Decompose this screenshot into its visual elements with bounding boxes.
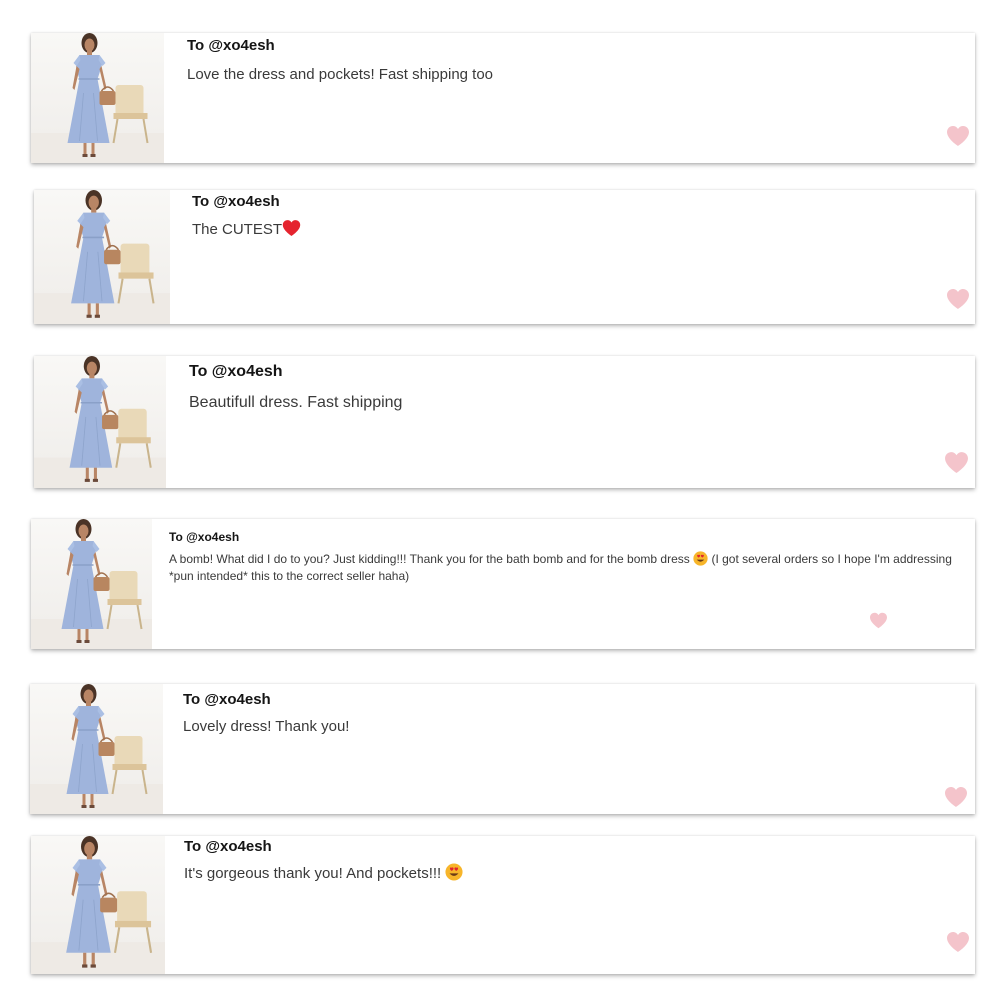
- review-recipient[interactable]: To @xo4esh: [189, 363, 283, 381]
- review-recipient[interactable]: To @xo4esh: [192, 193, 280, 210]
- review-recipient[interactable]: To @xo4esh: [169, 530, 239, 544]
- review-card: To @xo4esh Love the dress and pockets! F…: [31, 33, 975, 163]
- heart-icon[interactable]: [946, 931, 970, 953]
- review-card: To @xo4esh A bomb! What did I do to you?…: [31, 519, 975, 649]
- review-message: A bomb! What did I do to you? Just kiddi…: [169, 551, 973, 585]
- review-message-text: The CUTEST: [192, 221, 283, 238]
- heart-icon[interactable]: [946, 125, 970, 147]
- product-photo[interactable]: [31, 33, 164, 163]
- product-photo[interactable]: [31, 836, 165, 974]
- heart-icon[interactable]: [944, 786, 968, 808]
- review-message: The CUTEST: [192, 219, 301, 240]
- review-card: To @xo4esh The CUTEST: [34, 190, 975, 324]
- review-recipient[interactable]: To @xo4esh: [187, 37, 275, 54]
- review-message-text: A bomb! What did I do to you? Just kiddi…: [169, 552, 690, 566]
- product-photo[interactable]: [34, 190, 170, 324]
- heart-eyes-emoji-icon: [445, 863, 463, 881]
- review-message: It's gorgeous thank you! And pockets!!!: [184, 863, 463, 884]
- heart-icon[interactable]: [946, 288, 970, 310]
- review-message: Love the dress and pockets! Fast shippin…: [187, 66, 494, 83]
- review-card: To @xo4esh It's gorgeous thank you! And …: [31, 836, 975, 974]
- review-card: To @xo4esh Lovely dress! Thank you!: [30, 684, 975, 814]
- product-photo[interactable]: [30, 684, 163, 814]
- red-heart-emoji-icon: [282, 219, 301, 237]
- product-photo[interactable]: [34, 356, 166, 488]
- heart-eyes-emoji-icon: [693, 551, 708, 566]
- review-message: Beautifull dress. Fast shipping: [189, 394, 403, 411]
- review-card: To @xo4esh Beautifull dress. Fast shippi…: [34, 356, 975, 488]
- review-recipient[interactable]: To @xo4esh: [183, 691, 271, 708]
- review-recipient[interactable]: To @xo4esh: [184, 838, 272, 855]
- heart-icon[interactable]: [944, 451, 969, 474]
- product-photo[interactable]: [31, 519, 152, 649]
- review-message-text: It's gorgeous thank you! And pockets!!!: [184, 865, 442, 882]
- heart-icon[interactable]: [869, 612, 888, 629]
- review-message: Lovely dress! Thank you!: [183, 718, 350, 735]
